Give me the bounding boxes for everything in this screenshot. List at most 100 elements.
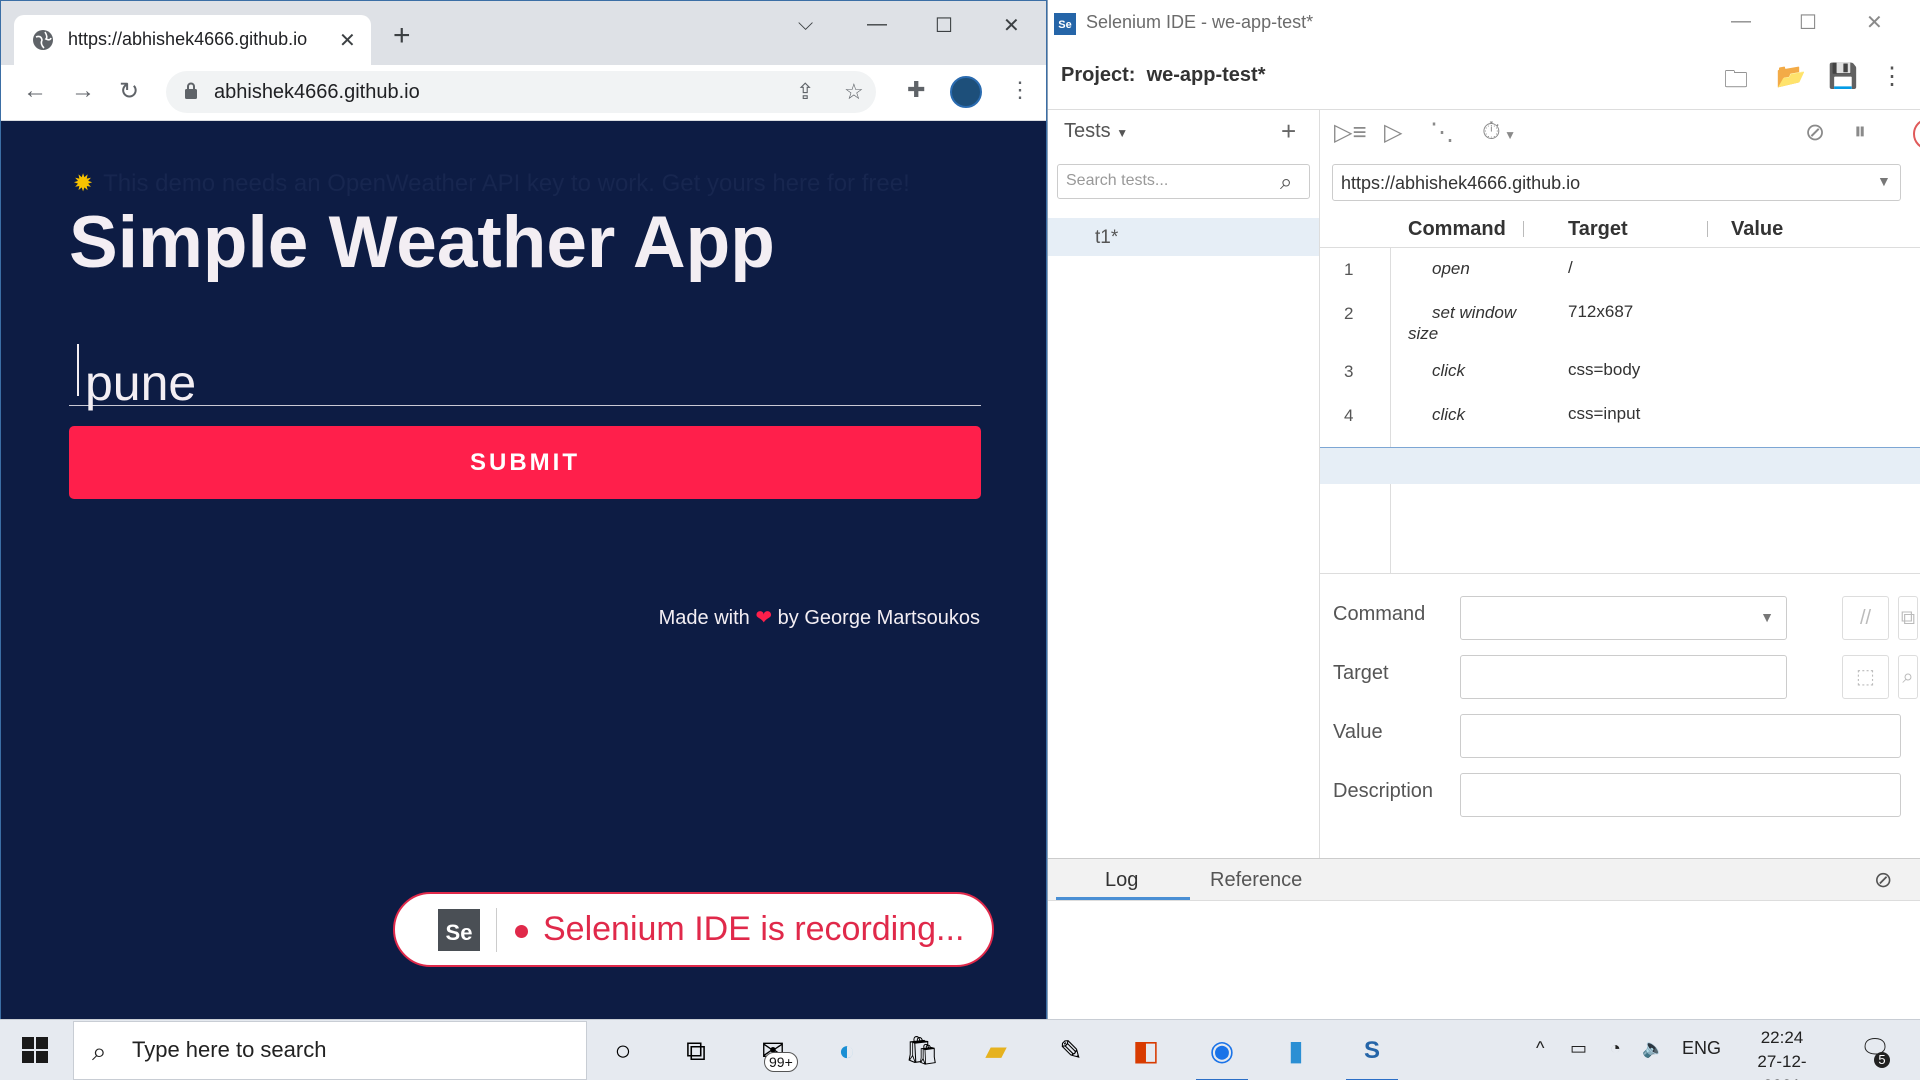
tab-search-chevron-icon[interactable]: ⌵ — [798, 13, 813, 36]
tests-dropdown[interactable]: Tests ▼ — [1064, 120, 1128, 143]
project-label: Project: we-app-test* — [1061, 64, 1266, 86]
page-footer: Made with ❤ by George Martsoukos — [658, 607, 980, 629]
table-row[interactable]: 3 click css=body — [1320, 350, 1920, 394]
api-key-notice[interactable]: ✹ This demo needs an OpenWeather API key … — [73, 169, 910, 198]
clear-log-icon[interactable]: ⊘ — [1874, 867, 1892, 893]
table-row[interactable]: 2 set window size 712x687 — [1320, 292, 1920, 350]
new-project-icon[interactable]: 🗀 — [1724, 62, 1748, 103]
windows-start-icon[interactable] — [22, 1037, 48, 1063]
project-bar: Project: we-app-test* 🗀 📂 💾 ⋮ — [1048, 44, 1920, 110]
browser-tab[interactable]: https://abhishek4666.github.io ✕ — [14, 15, 371, 65]
clock[interactable]: 22:24 27-12-2021 — [1750, 1026, 1814, 1080]
target-field[interactable] — [1460, 655, 1787, 699]
project-menu-icon[interactable]: ⋮ — [1880, 62, 1904, 91]
bottom-tabs: Log Reference ⊘ — [1048, 859, 1920, 901]
selenium-ide-taskbar-icon[interactable]: S — [1344, 1026, 1400, 1080]
divider — [1523, 221, 1524, 237]
target-label: Target — [1333, 662, 1389, 684]
table-row[interactable]: 1 open / — [1320, 248, 1920, 292]
close-window-icon[interactable]: ✕ — [1003, 13, 1020, 38]
tab-title: https://abhishek4666.github.io — [68, 29, 308, 49]
back-icon[interactable]: ← — [23, 77, 47, 105]
profile-avatar[interactable] — [950, 76, 982, 108]
caret-down-icon: ▼ — [1116, 126, 1129, 140]
submit-button[interactable]: SUBMIT — [69, 426, 981, 499]
base-url-value: https://abhishek4666.github.io — [1341, 173, 1581, 193]
commands-table-header: Command Target Value — [1320, 210, 1920, 248]
phone-app-icon[interactable]: ▮ — [1268, 1026, 1324, 1076]
chrome-menu-icon[interactable]: ⋮ — [1009, 77, 1031, 103]
disable-breakpoints-icon[interactable]: ⊘ — [1805, 118, 1825, 147]
notepad-icon[interactable]: ✎ — [1043, 1026, 1099, 1076]
stop-recording-icon[interactable] — [1913, 118, 1920, 150]
ide-close-icon[interactable]: ✕ — [1866, 10, 1883, 35]
test-item[interactable]: t1* — [1048, 218, 1319, 256]
tab-log[interactable]: Log — [1105, 869, 1138, 892]
step-over-icon[interactable]: ⋱ — [1430, 118, 1454, 147]
show-hidden-icons-icon[interactable]: ^ — [1536, 1038, 1544, 1059]
ide-window-title: Selenium IDE - we-app-test* — [1086, 12, 1314, 32]
battery-icon[interactable]: ▭ — [1570, 1038, 1587, 1059]
reload-icon[interactable]: ↻ — [119, 77, 139, 106]
wifi-icon[interactable]: ◔ — [1610, 1038, 1621, 1059]
new-tab-icon[interactable]: + — [393, 21, 411, 51]
value-field[interactable] — [1460, 714, 1901, 758]
clock-date: 27-12-2021 — [1757, 1052, 1807, 1080]
column-target: Target — [1568, 218, 1628, 240]
value-label: Value — [1333, 721, 1383, 743]
pause-on-exceptions-icon[interactable]: ⏸ — [1854, 118, 1866, 146]
language-indicator[interactable]: ENG — [1682, 1038, 1721, 1059]
address-bar[interactable]: abhishek4666.github.io ⇪ ☆ — [166, 71, 876, 113]
command-select[interactable]: ▼ — [1460, 596, 1787, 640]
search-icon[interactable]: ⌕ — [1280, 169, 1292, 195]
add-test-icon[interactable]: + — [1281, 116, 1296, 147]
project-name[interactable]: we-app-test* — [1147, 64, 1266, 86]
cortana-icon[interactable]: ○ — [595, 1026, 651, 1076]
caret-down-icon: ▼ — [1760, 609, 1774, 625]
run-current-test-icon[interactable]: ▷ — [1384, 118, 1402, 147]
sun-icon: ✹ — [73, 170, 94, 197]
share-icon[interactable]: ⇪ — [796, 79, 814, 105]
forward-icon[interactable]: → — [71, 77, 95, 105]
chrome-icon[interactable]: ◉ — [1194, 1026, 1250, 1080]
ide-toolbar: ▷≡ ▷ ⋱ ⏱ ▼ ⊘ ⏸ — [1320, 110, 1920, 154]
selected-empty-row[interactable] — [1320, 447, 1920, 484]
ide-minimize-icon[interactable]: — — [1731, 10, 1751, 33]
table-row[interactable]: 4 click css=input — [1320, 394, 1920, 438]
tab-close-icon[interactable]: ✕ — [339, 28, 356, 53]
column-command: Command — [1408, 218, 1506, 240]
taskbar-search-input[interactable] — [132, 1037, 562, 1063]
select-target-icon[interactable]: ⬚ — [1842, 655, 1889, 699]
test-speed-icon[interactable]: ⏱ ▼ — [1482, 118, 1516, 146]
search-icon: ⌕ — [92, 1036, 107, 1066]
run-all-tests-icon[interactable]: ▷≡ — [1334, 118, 1366, 147]
ide-maximize-icon[interactable]: ☐ — [1799, 10, 1817, 35]
search-tests-input[interactable] — [1066, 172, 1266, 190]
maximize-icon[interactable]: ☐ — [935, 13, 953, 38]
extensions-puzzle-icon[interactable]: ✚ — [907, 77, 925, 103]
task-view-icon[interactable]: ⧉ — [668, 1026, 724, 1076]
city-input[interactable]: pune — [69, 334, 981, 411]
file-explorer-icon[interactable]: ▰ — [968, 1026, 1024, 1076]
city-input-value: pune — [85, 355, 197, 411]
globe-icon — [33, 30, 53, 50]
open-reference-icon[interactable]: ⧉ — [1898, 596, 1918, 640]
volume-icon[interactable]: 🔈 — [1642, 1038, 1664, 1059]
store-icon[interactable]: 🛍 — [894, 1026, 950, 1076]
text-cursor — [77, 344, 79, 396]
edge-icon[interactable]: ◐ — [819, 1026, 875, 1076]
url-text: abhishek4666.github.io — [214, 81, 420, 103]
save-project-icon[interactable]: 💾 — [1828, 62, 1858, 91]
open-project-icon[interactable]: 📂 — [1776, 62, 1806, 91]
bookmark-star-icon[interactable]: ☆ — [844, 79, 864, 105]
tab-reference[interactable]: Reference — [1210, 869, 1302, 892]
column-value: Value — [1731, 218, 1784, 240]
chrome-window: https://abhishek4666.github.io ✕ + ⌵ — ☐… — [0, 0, 1047, 1019]
find-target-icon[interactable]: ⌕ — [1898, 655, 1918, 699]
recording-indicator: Se Selenium IDE is recording... — [393, 892, 994, 967]
base-url-select[interactable]: https://abhishek4666.github.io ▼ — [1332, 164, 1901, 201]
minimize-icon[interactable]: — — [867, 13, 887, 36]
description-field[interactable] — [1460, 773, 1901, 817]
office-icon[interactable]: ◧ — [1118, 1026, 1174, 1076]
comment-toggle-icon[interactable]: // — [1842, 596, 1889, 640]
